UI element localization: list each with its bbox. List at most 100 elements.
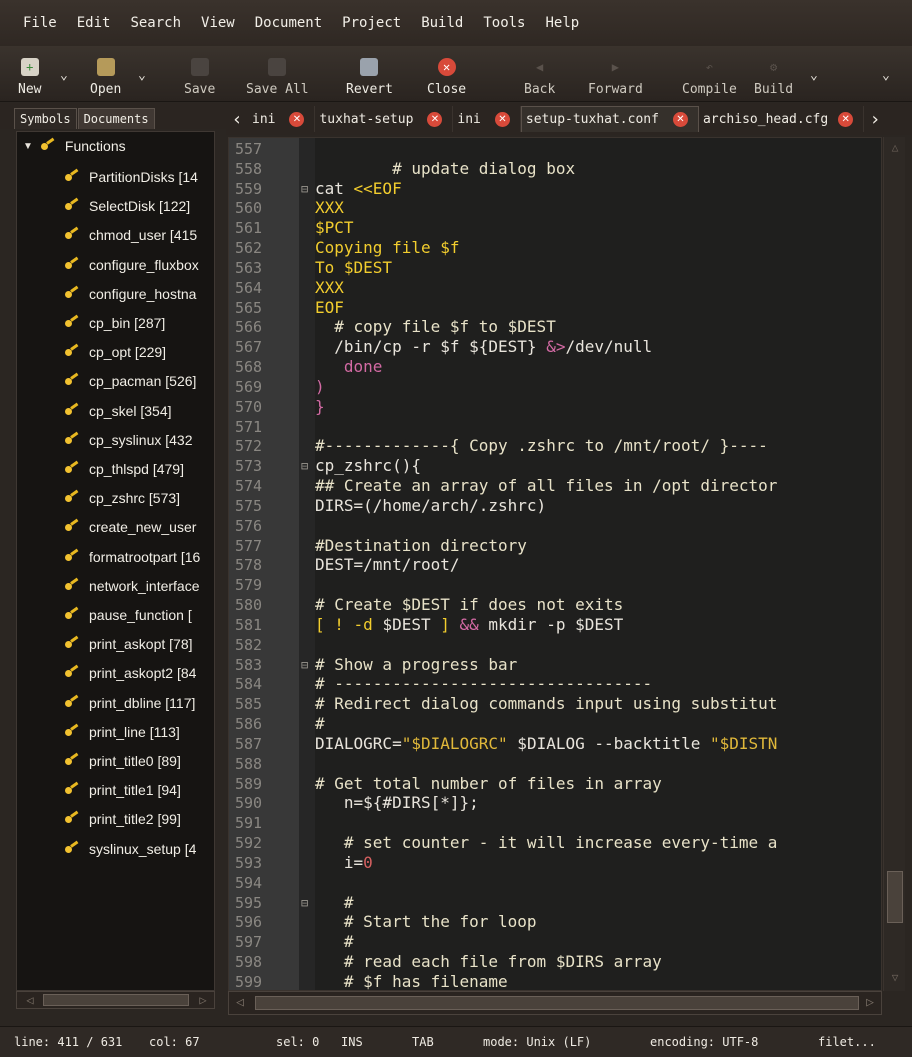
symbols-panel: ▼ Functions PartitionDisks [14 SelectDisk…	[16, 131, 215, 991]
code-editor[interactable]: 557 558 # update dialog box 559 ⊟ cat <<EOF 5…	[228, 137, 882, 991]
expand-arrow-icon[interactable]: ▼	[23, 141, 33, 152]
build-button[interactable]: ⚙ Build	[754, 50, 793, 98]
symbol-item[interactable]: print_title1 [94]	[65, 780, 181, 800]
tab-doc-ini-2[interactable]: ini ✕	[453, 106, 521, 132]
symbol-item[interactable]: cp_zshrc [573]	[65, 488, 180, 508]
menu-build[interactable]: Build	[412, 13, 472, 33]
symbol-item[interactable]: cp_skel [354]	[65, 401, 172, 421]
back-button[interactable]: ◀ Back	[524, 50, 555, 98]
status-ins: INS	[341, 1035, 363, 1049]
function-key-icon	[65, 784, 81, 796]
line-number: 598	[235, 953, 263, 972]
code-line: 570}	[229, 397, 881, 417]
symbol-item[interactable]: cp_thlspd [479]	[65, 459, 184, 479]
symbol-item[interactable]: network_interface	[65, 576, 200, 596]
tabs-scroll-right-icon[interactable]: ›	[864, 109, 886, 130]
symbol-item[interactable]: cp_syslinux [432	[65, 430, 193, 450]
close-tab-icon[interactable]: ✕	[427, 111, 443, 127]
editor-vertical-scrollbar[interactable]: △ ▽	[883, 137, 905, 991]
close-tab-icon[interactable]: ✕	[494, 111, 510, 127]
menu-file[interactable]: File	[14, 13, 66, 33]
save-all-button[interactable]: Save All	[246, 50, 309, 98]
tab-doc-setup-tuxhat-conf[interactable]: setup-tuxhat.conf ✕	[520, 106, 699, 132]
symbol-item[interactable]: formatrootpart [16	[65, 547, 200, 567]
symbol-item[interactable]: print_askopt [78]	[65, 634, 193, 654]
symbol-label: print_dbline [117]	[89, 694, 196, 711]
close-tab-icon[interactable]: ✕	[672, 112, 688, 127]
menu-document[interactable]: Document	[246, 13, 331, 33]
toolbar-overflow-chevron-icon[interactable]: ⌄	[882, 68, 890, 83]
scroll-left-arrow-icon[interactable]: ◁	[231, 995, 249, 1013]
symbol-item[interactable]: create_new_user	[65, 517, 196, 537]
save-button[interactable]: Save	[184, 50, 215, 98]
code-line: 561 $PCT	[229, 218, 881, 238]
code-token: "$DIALOGRC"	[401, 733, 508, 753]
symbol-item[interactable]: cp_pacman [526]	[65, 371, 196, 391]
fold-marker-icon[interactable]: ⊟	[301, 179, 311, 199]
menu-search[interactable]: Search	[121, 13, 190, 33]
symbol-item[interactable]: cp_opt [229]	[65, 342, 166, 362]
close-tab-icon[interactable]: ✕	[838, 111, 854, 127]
code-line: 560 XXX	[229, 198, 881, 218]
menu-tools[interactable]: Tools	[474, 13, 534, 33]
symbol-item[interactable]: print_askopt2 [84	[65, 663, 196, 683]
code-line: 578 DEST=/mnt/root/	[229, 555, 881, 575]
compile-button[interactable]: ↶ Compile	[682, 50, 737, 98]
tab-symbols[interactable]: Symbols	[14, 108, 77, 129]
tab-doc-archiso-head[interactable]: archiso_head.cfg ✕	[699, 106, 865, 132]
function-key-icon	[65, 200, 81, 212]
line-number: 571	[235, 417, 263, 436]
fold-marker-icon[interactable]: ⊟	[301, 893, 311, 913]
sidebar-horizontal-scrollbar[interactable]: ◁ ▷	[16, 991, 215, 1009]
scroll-up-arrow-icon[interactable]: △	[887, 141, 903, 157]
new-dropdown-chevron-icon[interactable]: ⌄	[60, 68, 68, 83]
menu-project[interactable]: Project	[333, 13, 410, 33]
new-button[interactable]: + New	[18, 50, 41, 98]
function-key-icon	[65, 638, 81, 650]
new-file-icon: +	[20, 58, 39, 76]
tab-doc-ini-1[interactable]: ini ✕	[248, 106, 316, 132]
close-button[interactable]: ✕ Close	[427, 50, 466, 98]
editor-horizontal-scrollbar[interactable]: ◁ ▷	[228, 991, 882, 1015]
symbol-item[interactable]: SelectDisk [122]	[65, 196, 190, 216]
code-text: # Get total number of files in array	[315, 774, 662, 794]
open-button[interactable]: Open	[90, 50, 121, 98]
menu-view[interactable]: View	[192, 13, 244, 33]
forward-button[interactable]: ▶ Forward	[588, 50, 643, 98]
symbol-item[interactable]: configure_hostna	[65, 284, 196, 304]
symbol-item[interactable]: print_line [113]	[65, 722, 180, 742]
scroll-right-arrow-icon[interactable]: ▷	[194, 992, 212, 1008]
code-token: #-------------{ Copy .zshrc to /mnt/root…	[315, 436, 768, 456]
editor-vscroll-thumb[interactable]	[887, 871, 903, 923]
symbol-item[interactable]: PartitionDisks [14	[65, 167, 198, 187]
code-line: 569)	[229, 377, 881, 397]
symbol-item[interactable]: syslinux_setup [4	[65, 839, 196, 859]
function-key-icon	[65, 609, 81, 621]
symbol-item[interactable]: print_title2 [99]	[65, 809, 181, 829]
menu-help[interactable]: Help	[537, 13, 589, 33]
symbol-item[interactable]: pause_function [	[65, 605, 192, 625]
editor-hscroll-thumb[interactable]	[255, 996, 859, 1010]
scroll-down-arrow-icon[interactable]: ▽	[887, 971, 903, 987]
tab-documents[interactable]: Documents	[77, 108, 155, 129]
tree-root-functions[interactable]: ▼ Functions	[23, 138, 126, 154]
open-dropdown-chevron-icon[interactable]: ⌄	[138, 68, 146, 83]
sidebar-scroll-thumb[interactable]	[43, 994, 189, 1006]
scroll-left-arrow-icon[interactable]: ◁	[21, 992, 39, 1008]
symbol-item[interactable]: chmod_user [415	[65, 225, 197, 245]
scroll-right-arrow-icon[interactable]: ▷	[861, 995, 879, 1013]
code-line: 579	[229, 575, 881, 595]
symbol-item[interactable]: print_title0 [89]	[65, 751, 181, 771]
symbol-item[interactable]: print_dbline [117]	[65, 693, 195, 713]
close-tab-icon[interactable]: ✕	[289, 111, 305, 127]
revert-button[interactable]: Revert	[346, 50, 393, 98]
build-dropdown-chevron-icon[interactable]: ⌄	[810, 68, 818, 83]
tab-doc-tuxhat-setup[interactable]: tuxhat-setup ✕	[315, 106, 454, 132]
tabs-scroll-left-icon[interactable]: ‹	[226, 109, 248, 130]
symbol-item[interactable]: configure_fluxbox	[65, 255, 199, 275]
code-line: 574 ## Create an array of all files in /o…	[229, 476, 881, 496]
symbol-item[interactable]: cp_bin [287]	[65, 313, 165, 333]
fold-marker-icon[interactable]: ⊟	[301, 655, 311, 675]
fold-marker-icon[interactable]: ⊟	[301, 456, 311, 476]
menu-edit[interactable]: Edit	[68, 13, 120, 33]
